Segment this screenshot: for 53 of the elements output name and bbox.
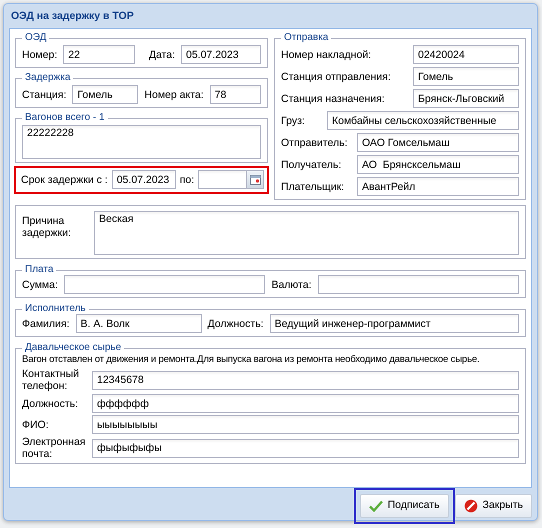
note-text: Вагон отставлен от движения и ремонта.Для выпуска вагона из ремонта необходимо давальческое сырье.: [22, 353, 480, 366]
text-field[interactable]: ОАО Гомсельмаш: [357, 133, 519, 152]
field-label: Должность:: [22, 398, 80, 410]
field-label: Груз:: [281, 114, 306, 126]
field-label: Валюта:: [271, 278, 312, 290]
fieldset-legend: Исполнитель: [22, 303, 89, 315]
fieldset-legend: ОЭД: [22, 32, 50, 44]
field-label: Станция отправления:: [281, 70, 392, 82]
text-field[interactable]: Гомель: [413, 67, 519, 86]
fieldset-legend: Отправка: [281, 32, 332, 44]
window-title: ОЭД на задержку в ТОР: [10, 9, 134, 24]
text-field[interactable]: 02420024: [413, 45, 519, 64]
text-field[interactable]: 78: [210, 85, 261, 104]
field-label: Номер:: [22, 48, 58, 60]
fieldset-legend: Задержка: [22, 72, 74, 84]
fieldset-legend: Вагонов всего - 1: [22, 112, 108, 124]
text-field[interactable]: 05.07.2023: [112, 170, 176, 189]
text-field[interactable]: ыыыыыыыы: [92, 415, 519, 434]
sign-button[interactable]: Подписать: [360, 494, 449, 518]
text-field[interactable]: АО Брянсксельмаш: [357, 155, 519, 174]
field-label: Номер акта:: [144, 88, 204, 100]
field-label: ФИО:: [22, 418, 50, 430]
field-label: Причина задержки:: [22, 215, 72, 239]
text-field[interactable]: фыфыфыфы: [92, 438, 519, 458]
text-field[interactable]: Гомель: [72, 85, 138, 104]
text-field[interactable]: 05.07.2023: [181, 45, 261, 64]
field-label: Должность:: [208, 318, 264, 330]
field-label: Станция назначения:: [281, 92, 386, 104]
field-label: Дата:: [148, 48, 175, 60]
field-label: Контактный телефон:: [22, 368, 80, 392]
field-label: Номер накладной:: [281, 48, 372, 60]
field-label: Электронная почта:: [22, 436, 86, 460]
field-label: Станция:: [22, 88, 66, 100]
field-label: Получатель:: [281, 158, 342, 170]
fieldset-legend: Плата: [22, 264, 56, 276]
field-label: Фамилия:: [22, 318, 70, 330]
text-field[interactable]: В. А. Волк: [76, 314, 202, 333]
field-label: по:: [180, 174, 194, 186]
field-label: Отправитель:: [281, 136, 348, 148]
fieldset-legend: Давальческое сырье: [22, 342, 124, 354]
field-label: Срок задержки с :: [21, 174, 108, 186]
text-field[interactable]: фффффф: [92, 394, 519, 413]
close-button[interactable]: Закрыть: [454, 494, 532, 518]
field-label: Плательщик:: [281, 180, 346, 192]
text-field[interactable]: Ведущий инженер-программист: [270, 314, 519, 333]
text-field[interactable]: Брянск-Льговский: [413, 89, 519, 108]
text-area[interactable]: 22222228: [22, 125, 261, 159]
text-field[interactable]: АвантРейл: [357, 177, 519, 196]
text-field[interactable]: 12345678: [92, 370, 519, 390]
text-area[interactable]: Веская: [94, 211, 519, 255]
field-label: Сумма:: [22, 278, 58, 290]
text-field[interactable]: 22: [63, 45, 136, 64]
text-field[interactable]: Комбайны сельскохозяйственные: [327, 111, 519, 130]
